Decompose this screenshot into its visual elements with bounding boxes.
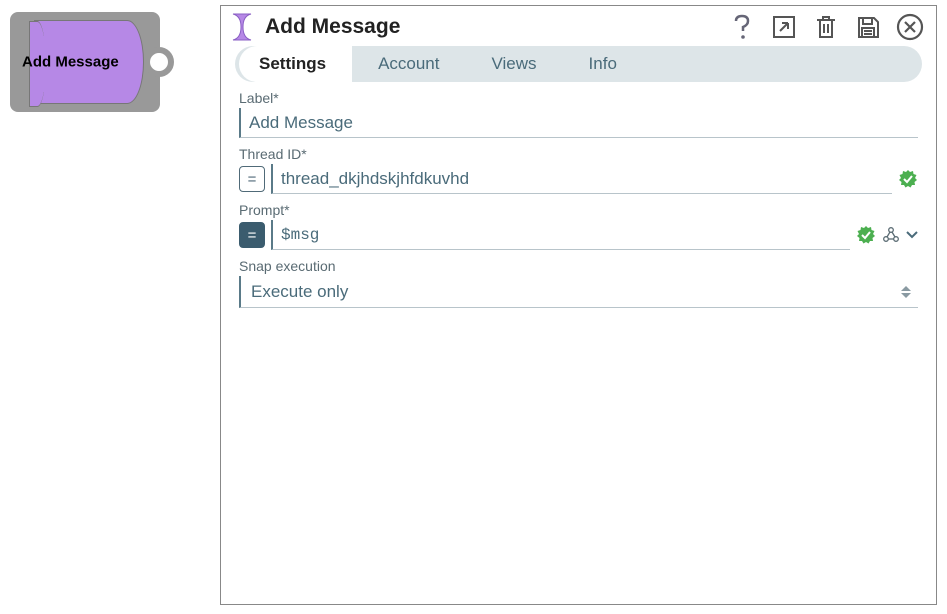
- field-label: Label*: [239, 90, 918, 138]
- field-snap-execution: Snap execution Execute only: [239, 258, 918, 308]
- select-stepper-icon: [900, 285, 912, 299]
- thread-id-input[interactable]: [271, 164, 892, 194]
- trash-icon[interactable]: [812, 13, 840, 41]
- tab-account[interactable]: Account: [352, 46, 465, 82]
- tabs: Settings Account Views Info: [235, 46, 922, 82]
- settings-panel: Add Message: [220, 5, 937, 605]
- prompt-expression-toggle[interactable]: =: [239, 222, 265, 248]
- tab-settings[interactable]: Settings: [239, 46, 352, 82]
- snap-body: Add Message: [10, 12, 160, 112]
- tab-info[interactable]: Info: [563, 46, 643, 82]
- tab-views[interactable]: Views: [466, 46, 563, 82]
- field-prompt: Prompt* =: [239, 202, 918, 250]
- chevron-down-icon[interactable]: [906, 226, 918, 244]
- prompt-input[interactable]: [271, 220, 850, 250]
- prompt-caption: Prompt*: [239, 202, 918, 218]
- snap-label: Add Message: [22, 54, 119, 71]
- save-icon[interactable]: [854, 13, 882, 41]
- label-caption: Label*: [239, 90, 918, 106]
- label-row: [239, 108, 918, 138]
- snap-execution-value: Execute only: [251, 282, 900, 302]
- thread-id-caption: Thread ID*: [239, 146, 918, 162]
- toolbar: [728, 13, 924, 41]
- thread-id-row: =: [239, 164, 918, 194]
- label-input[interactable]: [239, 108, 918, 138]
- help-icon[interactable]: [728, 13, 756, 41]
- form: Label* Thread ID* = Prompt*: [221, 82, 936, 324]
- thread-id-expression-toggle[interactable]: =: [239, 166, 265, 192]
- snap-type-icon: [229, 12, 257, 42]
- field-thread-id: Thread ID* =: [239, 146, 918, 194]
- export-icon[interactable]: [770, 13, 798, 41]
- panel-header: Add Message: [221, 6, 936, 46]
- snap-output-port[interactable]: [144, 47, 174, 77]
- panel-title: Add Message: [265, 15, 720, 39]
- close-icon[interactable]: [896, 13, 924, 41]
- snap-execution-select[interactable]: Execute only: [239, 276, 918, 308]
- snap-execution-caption: Snap execution: [239, 258, 918, 274]
- tabs-container: Settings Account Views Info: [221, 46, 936, 82]
- schema-suggest-icon[interactable]: [882, 226, 900, 244]
- snap-node[interactable]: Add Message: [10, 12, 180, 112]
- verified-badge-icon: [898, 169, 918, 189]
- prompt-row: =: [239, 220, 918, 250]
- verified-badge-icon: [856, 225, 876, 245]
